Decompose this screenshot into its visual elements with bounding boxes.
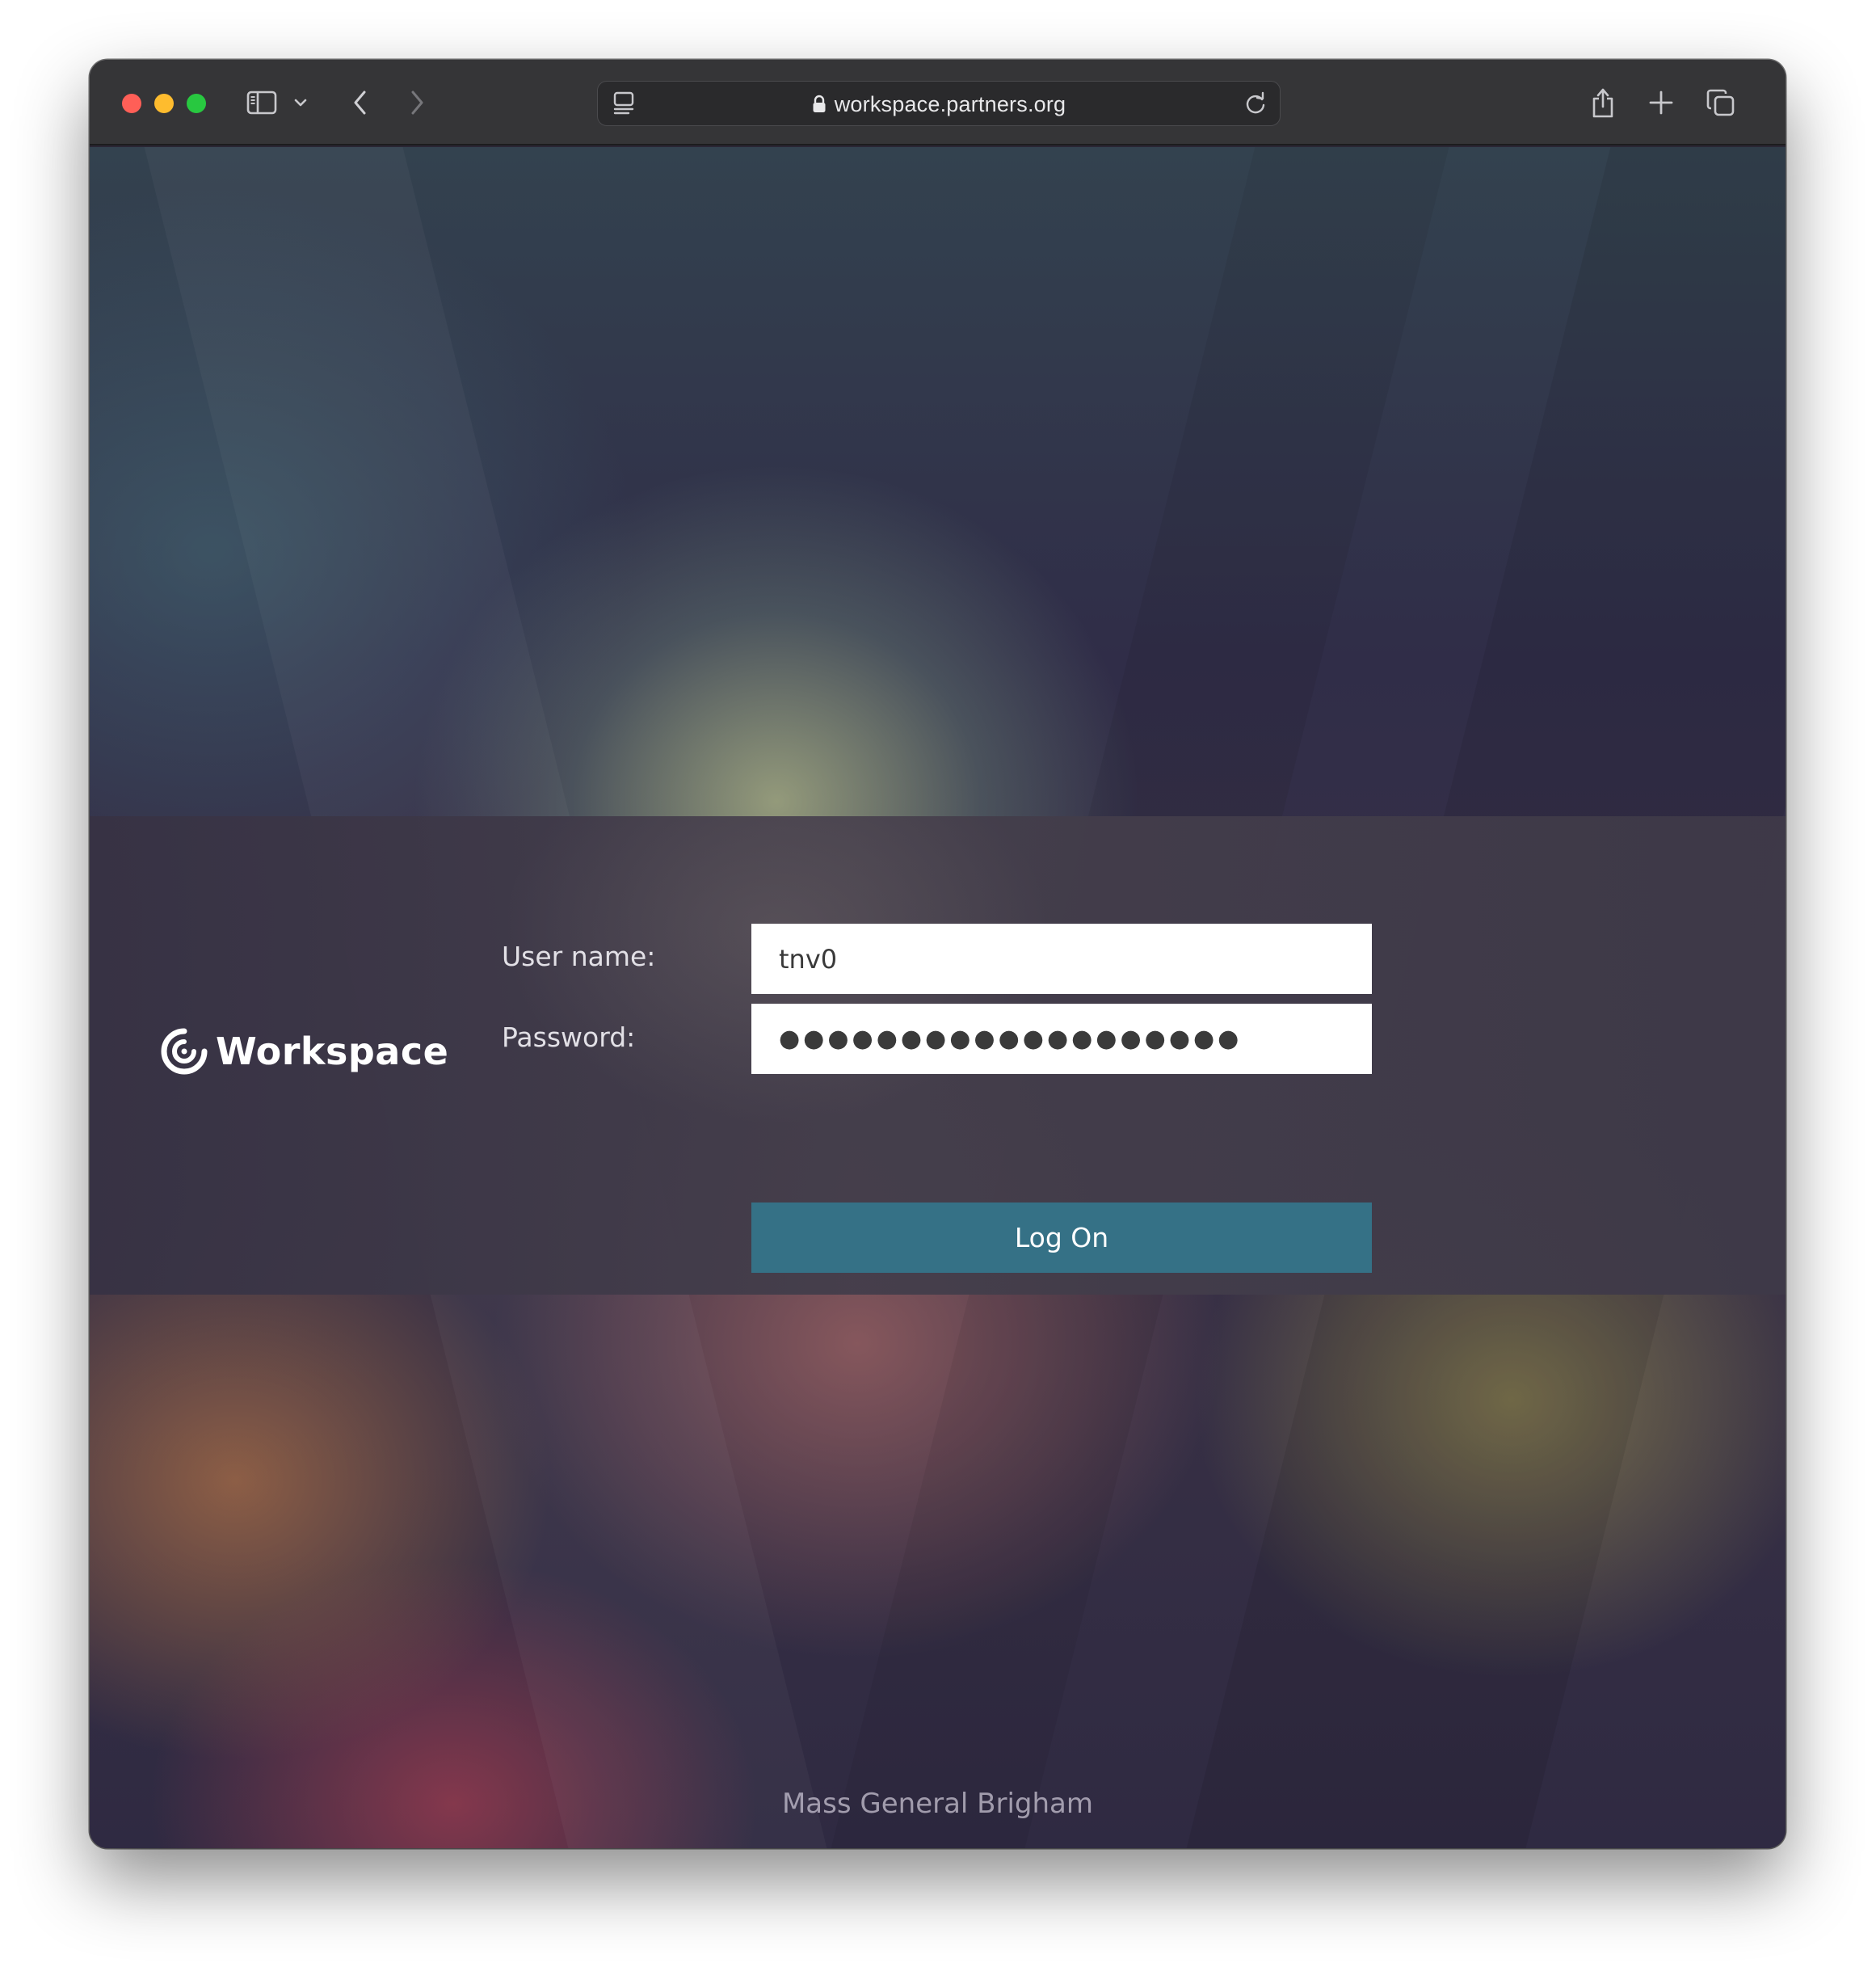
sidebar-icon[interactable] (243, 84, 280, 121)
workspace-logo-icon (161, 1028, 208, 1075)
browser-toolbar: workspace.partners.org (90, 60, 1786, 145)
url-text: workspace.partners.org (834, 91, 1066, 116)
share-icon[interactable] (1584, 84, 1622, 121)
chevron-down-icon[interactable] (288, 84, 313, 121)
tabs-icon[interactable] (1702, 84, 1739, 121)
zoom-window-button[interactable] (187, 94, 206, 113)
footer-organization: Mass General Brigham (781, 1788, 1094, 1820)
workspace-logo-text: Workspace (216, 1030, 449, 1073)
browser-window: workspace.partners.org Workspace User na… (90, 60, 1786, 1848)
username-input[interactable] (751, 924, 1372, 994)
chevron-left-icon[interactable] (342, 84, 379, 121)
login-panel: Workspace User name: Password: Log On (90, 816, 1786, 1295)
password-input[interactable] (751, 1004, 1372, 1074)
username-label: User name: (502, 941, 656, 972)
page-viewport: Workspace User name: Password: Log On Ma… (90, 147, 1786, 1848)
minimize-window-button[interactable] (154, 94, 174, 113)
reload-icon[interactable] (1243, 91, 1268, 120)
workspace-logo: Workspace (159, 1026, 448, 1076)
address-bar[interactable]: workspace.partners.org (597, 81, 1281, 126)
plus-icon[interactable] (1643, 84, 1680, 121)
close-window-button[interactable] (122, 94, 141, 113)
password-label: Password: (502, 1021, 636, 1053)
log-on-button[interactable]: Log On (751, 1203, 1372, 1273)
url-display[interactable]: workspace.partners.org (598, 82, 1280, 127)
lock-icon (812, 95, 827, 114)
chevron-right-icon[interactable] (398, 84, 435, 121)
